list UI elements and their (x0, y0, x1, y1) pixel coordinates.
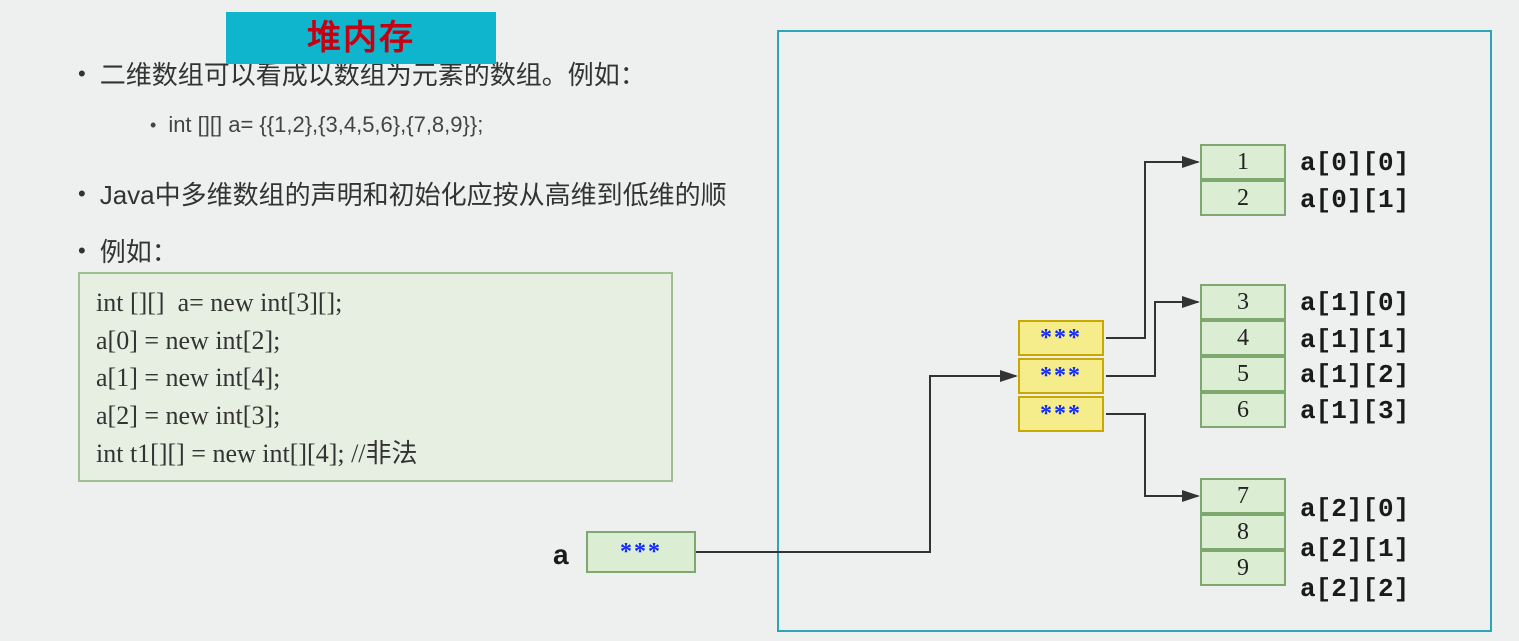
code-block: int [][] a= new int[3][]; a[0] = new int… (78, 272, 673, 482)
heap-title: 堆内存 (226, 12, 496, 64)
g2-cell-0: 7 (1200, 478, 1286, 514)
g1-cell-0: 3 (1200, 284, 1286, 320)
bullet-l1-3: • 例如： (78, 232, 178, 269)
var-a-label: a (553, 539, 569, 571)
g1-label-1: a[1][1] (1300, 325, 1409, 355)
g1-label-3: a[1][3] (1300, 396, 1409, 426)
g0-cell-1: 2 (1200, 180, 1286, 216)
g0-label-1: a[0][1] (1300, 185, 1409, 215)
g0-label-0: a[0][0] (1300, 148, 1409, 178)
var-a-cell: *** (586, 531, 696, 573)
g1-label-0: a[1][0] (1300, 288, 1409, 318)
g1-cell-3: 6 (1200, 392, 1286, 428)
code-text: int [][] a= new int[3][]; a[0] = new int… (96, 288, 418, 468)
g0-cell-0: 1 (1200, 144, 1286, 180)
g2-cell-1: 8 (1200, 514, 1286, 550)
bullet-text-3: 例如： (100, 232, 178, 269)
bullet-dot: • (150, 115, 156, 136)
g1-label-2: a[1][2] (1300, 360, 1409, 390)
g1-cell-2: 5 (1200, 356, 1286, 392)
bullet-dot: • (78, 61, 86, 87)
bullet-l2-1: • int [][] a= {{1,2},{3,4,5,6},{7,8,9}}; (150, 112, 483, 138)
g2-label-0: a[2][0] (1300, 494, 1409, 524)
g1-cell-1: 4 (1200, 320, 1286, 356)
ptr-cell-2: *** (1018, 396, 1104, 432)
g2-label-2: a[2][2] (1300, 574, 1409, 604)
ptr-cell-0: *** (1018, 320, 1104, 356)
bullet-dot: • (78, 238, 86, 264)
g2-cell-2: 9 (1200, 550, 1286, 586)
g2-label-1: a[2][1] (1300, 534, 1409, 564)
bullet-code-inline: int [][] a= {{1,2},{3,4,5,6},{7,8,9}}; (168, 112, 483, 138)
ptr-cell-1: *** (1018, 358, 1104, 394)
bullet-l1-2: • Java中多维数组的声明和初始化应按从高维到低维的顺 (78, 175, 727, 212)
bullet-text-2: Java中多维数组的声明和初始化应按从高维到低维的顺 (100, 175, 727, 212)
bullet-dot: • (78, 181, 86, 207)
